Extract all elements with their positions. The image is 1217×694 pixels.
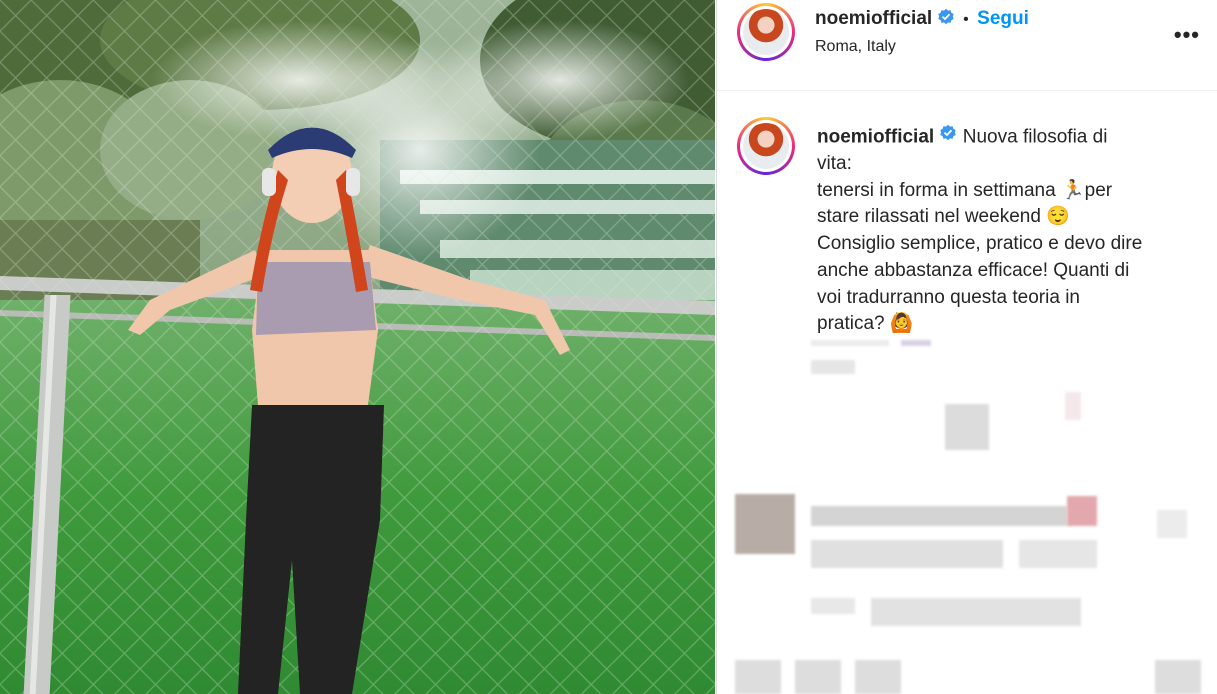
caption-text-line6: anche abbastanza efficace! Quanti di bbox=[817, 259, 1130, 281]
running-emoji-icon: 🏃 bbox=[1060, 179, 1085, 201]
verified-badge-icon bbox=[937, 8, 955, 31]
like-icon[interactable] bbox=[735, 660, 781, 694]
redacted-block bbox=[811, 340, 889, 346]
redacted-block bbox=[901, 340, 931, 346]
more-options-icon[interactable]: ••• bbox=[1174, 22, 1200, 48]
caption-text-line8: pratica? bbox=[817, 313, 885, 335]
post-photo[interactable] bbox=[0, 0, 715, 694]
caption-text-line1: Nuova filosofia di bbox=[962, 126, 1108, 148]
caption-text-line5: Consiglio semplice, pratico e devo dire bbox=[817, 233, 1143, 255]
caption-text-line7: voi tradurranno questa teoria in bbox=[817, 286, 1080, 308]
save-icon[interactable] bbox=[1155, 660, 1201, 694]
redacted-block bbox=[811, 506, 1067, 526]
ok-gesture-emoji-icon: 🙆 bbox=[889, 313, 914, 335]
caption-text-line2: vita: bbox=[817, 153, 852, 175]
photo-illustration bbox=[0, 0, 715, 694]
redacted-block bbox=[1065, 392, 1081, 420]
redacted-block bbox=[1067, 496, 1097, 526]
caption-verified-badge-icon bbox=[939, 124, 957, 151]
avatar[interactable] bbox=[737, 3, 795, 61]
header-separator: • bbox=[963, 11, 969, 28]
follow-button[interactable]: Segui bbox=[977, 8, 1029, 29]
redacted-block bbox=[811, 360, 855, 374]
redacted-block bbox=[945, 404, 989, 450]
redacted-block bbox=[811, 540, 1003, 568]
post-header: noemiofficial • Segui Roma, Italy ••• bbox=[717, 0, 1217, 91]
post-side-panel: noemiofficial • Segui Roma, Italy ••• no… bbox=[716, 0, 1217, 694]
caption-text-line4: stare rilassati nel weekend bbox=[817, 206, 1041, 228]
comment-avatar[interactable] bbox=[735, 494, 795, 554]
redacted-block bbox=[871, 598, 1081, 626]
username[interactable]: noemiofficial bbox=[815, 8, 932, 29]
caption-username[interactable]: noemiofficial bbox=[817, 126, 934, 147]
redacted-block bbox=[811, 598, 855, 614]
relieved-emoji-icon: 😌 bbox=[1046, 206, 1070, 228]
caption: noemiofficial Nuova filosofia di vita: t… bbox=[817, 124, 1187, 338]
share-icon[interactable] bbox=[855, 660, 901, 694]
caption-text-line3: tenersi in forma in settimana bbox=[817, 179, 1056, 201]
header-user-row: noemiofficial • Segui bbox=[815, 8, 1029, 31]
redacted-block bbox=[1019, 540, 1097, 568]
comment-icon[interactable] bbox=[795, 660, 841, 694]
caption-text-line3b: per bbox=[1084, 179, 1113, 201]
redacted-block bbox=[1157, 510, 1187, 538]
caption-avatar[interactable] bbox=[737, 117, 795, 175]
location-link[interactable]: Roma, Italy bbox=[815, 38, 896, 56]
